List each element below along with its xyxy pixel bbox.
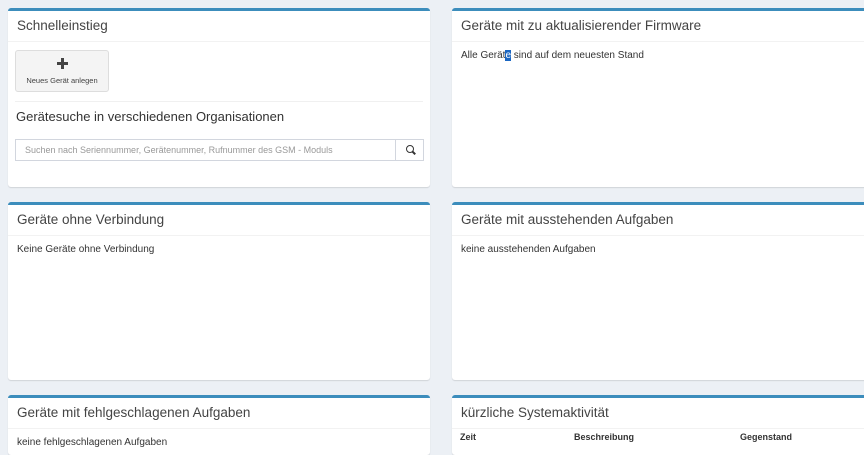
column-header[interactable]: Zeit [454,430,566,444]
box-title: Geräte ohne Verbindung [8,205,430,236]
firmware-message-start: Alle Gerät [461,50,506,61]
search-icon [406,145,414,153]
offline-message: Keine Geräte ohne Verbindung [17,244,155,255]
box-title: kürzliche Systemaktivität [452,398,864,429]
failed-tasks-box: Geräte mit fehlgeschlagenen Aufgaben kei… [8,395,430,455]
box-title: Geräte mit ausstehenden Aufgaben [452,205,864,236]
plus-icon [56,58,68,69]
search-button[interactable] [395,139,424,161]
activity-box: kürzliche Systemaktivität Zeit Beschreib… [452,395,864,455]
new-device-label: Neues Gerät anlegen [26,76,98,85]
device-search [15,139,424,161]
box-title: Geräte mit zu aktualisierender Firmware [452,11,864,42]
box-title: Geräte mit fehlgeschlagenen Aufgaben [8,398,430,429]
failed-message: keine fehlgeschlagenen Aufgaben [17,437,168,448]
quick-start-box: Schnelleinstieg Neues Gerät anlegen Gerä… [8,8,430,187]
search-input[interactable] [15,139,395,161]
new-device-button[interactable]: Neues Gerät anlegen [15,50,109,92]
activity-table: Zeit Beschreibung Gegenstand [452,428,864,446]
table-header-row: Zeit Beschreibung Gegenstand [454,430,864,444]
column-header[interactable]: Beschreibung [568,430,732,444]
firmware-box: Geräte mit zu aktualisierender Firmware … [452,8,864,187]
firmware-message-end: sind auf dem neuesten Stand [511,50,644,61]
device-search-title: Gerätesuche in verschiedenen Organisatio… [16,109,285,124]
pending-tasks-box: Geräte mit ausstehenden Aufgaben keine a… [452,202,864,380]
column-header[interactable]: Gegenstand [734,430,864,444]
divider [15,101,423,102]
pending-message: keine ausstehenden Aufgaben [461,244,596,255]
firmware-message: Alle Geräte sind auf dem neuesten Stand [452,42,864,69]
box-title: Schnelleinstieg [8,11,430,42]
offline-devices-box: Geräte ohne Verbindung Keine Geräte ohne… [8,202,430,380]
